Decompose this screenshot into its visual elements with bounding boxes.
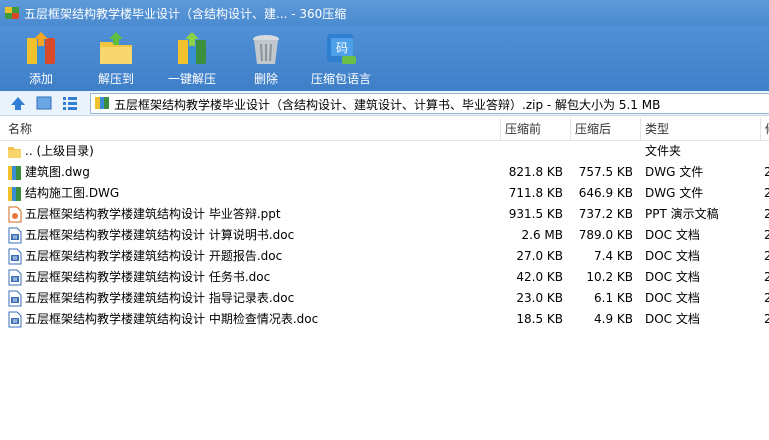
file-modified: 2	[764, 312, 769, 326]
address-bar: 五层框架结构教学楼毕业设计（含结构设计、建筑设计、计算书、毕业答辩）.zip -…	[0, 91, 769, 116]
extract-to-label: 解压到	[97, 72, 134, 86]
toolbar: 添加 解压到 一键解压 删除 码 压缩包语言	[0, 26, 769, 91]
doc-file-icon: W	[8, 269, 22, 286]
file-modified: 2	[764, 207, 769, 221]
app-icon	[5, 7, 19, 19]
doc-file-icon: W	[8, 290, 22, 307]
size-after: 646.9 KB	[578, 186, 633, 200]
svg-text:W: W	[13, 277, 18, 283]
file-name: .. (上级目录)	[25, 144, 94, 158]
file-row[interactable]: W 五层框架结构教学楼建筑结构设计 任务书.doc 42.0 KB 10.2 KB DO…	[0, 267, 769, 288]
file-name: 五层框架结构教学楼建筑结构设计 毕业答辩.ppt	[25, 207, 281, 221]
column-modified[interactable]: 修	[760, 118, 769, 140]
file-type: PPT 演示文稿	[645, 207, 719, 221]
file-row[interactable]: 五层框架结构教学楼建筑结构设计 毕业答辩.ppt 931.5 KB 737.2 KB…	[0, 204, 769, 225]
file-row[interactable]: W 五层框架结构教学楼建筑结构设计 指导记录表.doc 23.0 KB 6.1 KB D…	[0, 288, 769, 309]
file-modified: 2	[764, 186, 769, 200]
size-after: 757.5 KB	[578, 165, 633, 179]
size-before: 27.0 KB	[516, 249, 563, 263]
svg-text:W: W	[13, 235, 18, 241]
extract-to-button[interactable]: 解压到	[86, 26, 146, 91]
archive-language-icon: 码	[327, 34, 356, 64]
size-before: 711.8 KB	[508, 186, 563, 200]
file-type: DOC 文档	[645, 228, 700, 242]
add-button[interactable]: 添加	[12, 26, 70, 91]
file-modified: 2	[764, 291, 769, 305]
file-type: 文件夹	[645, 144, 682, 158]
one-click-extract-label: 一键解压	[167, 72, 216, 86]
path-field[interactable]: 五层框架结构教学楼毕业设计（含结构设计、建筑设计、计算书、毕业答辩）.zip -…	[90, 93, 769, 114]
size-before: 2.6 MB	[521, 228, 563, 242]
size-after: 10.2 KB	[586, 270, 633, 284]
column-compressed-after[interactable]: 压缩后	[570, 118, 640, 140]
window-title: 五层框架结构教学楼毕业设计（含结构设计、建... - 360压缩	[24, 7, 347, 21]
column-compressed-before[interactable]: 压缩前	[500, 118, 570, 140]
doc-file-icon: W	[8, 227, 22, 244]
file-row[interactable]: 结构施工图.DWG 711.8 KB 646.9 KB DWG 文件 2	[0, 183, 769, 204]
size-before: 821.8 KB	[508, 165, 563, 179]
file-type: DWG 文件	[645, 186, 704, 200]
file-name: 建筑图.dwg	[25, 165, 90, 179]
size-after: 737.2 KB	[578, 207, 633, 221]
ppt-file-icon	[8, 206, 22, 223]
dwg-file-icon	[8, 187, 21, 201]
svg-text:W: W	[13, 319, 18, 325]
size-after: 6.1 KB	[594, 291, 633, 305]
file-name: 结构施工图.DWG	[25, 186, 120, 200]
file-row[interactable]: 建筑图.dwg 821.8 KB 757.5 KB DWG 文件 2	[0, 162, 769, 183]
column-header: 名称 压缩前 压缩后 类型 修	[0, 118, 769, 141]
dwg-file-icon	[8, 166, 21, 180]
file-type: DOC 文档	[645, 249, 700, 263]
svg-text:W: W	[13, 256, 18, 262]
add-button-label: 添加	[28, 72, 53, 86]
extract-to-icon	[100, 32, 132, 64]
delete-label: 删除	[253, 72, 278, 86]
list-view-icon[interactable]	[61, 94, 79, 112]
file-type: DWG 文件	[645, 165, 704, 179]
delete-bin-icon	[253, 35, 279, 64]
file-name: 五层框架结构教学楼建筑结构设计 任务书.doc	[25, 270, 271, 284]
file-row[interactable]: W 五层框架结构教学楼建筑结构设计 计算说明书.doc 2.6 MB 789.0 KB…	[0, 225, 769, 246]
size-after: 789.0 KB	[578, 228, 633, 242]
archive-language-label: 压缩包语言	[310, 72, 371, 86]
file-name: 五层框架结构教学楼建筑结构设计 开题报告.doc	[25, 249, 283, 263]
archive-path: 五层框架结构教学楼毕业设计（含结构设计、建筑设计、计算书、毕业答辩）.zip -…	[114, 98, 661, 112]
size-before: 23.0 KB	[516, 291, 563, 305]
doc-file-icon: W	[8, 311, 22, 328]
size-after: 7.4 KB	[594, 249, 633, 263]
svg-text:W: W	[13, 298, 18, 304]
size-before: 18.5 KB	[516, 312, 563, 326]
file-row[interactable]: W 五层框架结构教学楼建筑结构设计 中期检查情况表.doc 18.5 KB 4.9 K…	[0, 309, 769, 330]
file-row[interactable]: W 五层框架结构教学楼建筑结构设计 开题报告.doc 27.0 KB 7.4 KB DO…	[0, 246, 769, 267]
file-modified: 2	[764, 249, 769, 263]
svg-text:码: 码	[336, 41, 348, 55]
size-before: 931.5 KB	[508, 207, 563, 221]
size-after: 4.9 KB	[594, 312, 633, 326]
add-archive-icon	[27, 32, 55, 64]
file-type: DOC 文档	[645, 312, 700, 326]
archive-language-button[interactable]: 码 压缩包语言	[306, 26, 376, 91]
file-modified: 2	[764, 165, 769, 179]
file-type: DOC 文档	[645, 291, 700, 305]
file-modified: 2	[764, 270, 769, 284]
one-click-extract-icon	[178, 32, 206, 64]
column-name[interactable]: 名称	[0, 118, 500, 140]
title-bar: 五层框架结构教学楼毕业设计（含结构设计、建... - 360压缩	[0, 0, 769, 26]
file-type: DOC 文档	[645, 270, 700, 284]
file-list: .. (上级目录) 文件夹建筑图.dwg 821.8 KB 757.5 KB DWG 文…	[0, 141, 769, 330]
up-arrow-icon[interactable]	[9, 94, 27, 112]
size-before: 42.0 KB	[516, 270, 563, 284]
doc-file-icon: W	[8, 248, 22, 265]
large-icon-view-icon[interactable]	[35, 94, 53, 112]
delete-button[interactable]: 删除	[240, 26, 292, 91]
file-name: 五层框架结构教学楼建筑结构设计 指导记录表.doc	[25, 291, 295, 305]
file-modified: 2	[764, 228, 769, 242]
file-name: 五层框架结构教学楼建筑结构设计 中期检查情况表.doc	[25, 312, 319, 326]
zip-archive-icon	[95, 97, 109, 109]
one-click-extract-button[interactable]: 一键解压	[162, 26, 222, 91]
column-type[interactable]: 类型	[640, 118, 760, 140]
file-name: 五层框架结构教学楼建筑结构设计 计算说明书.doc	[25, 228, 295, 242]
folder-icon	[8, 147, 21, 158]
file-row[interactable]: .. (上级目录) 文件夹	[0, 141, 769, 162]
